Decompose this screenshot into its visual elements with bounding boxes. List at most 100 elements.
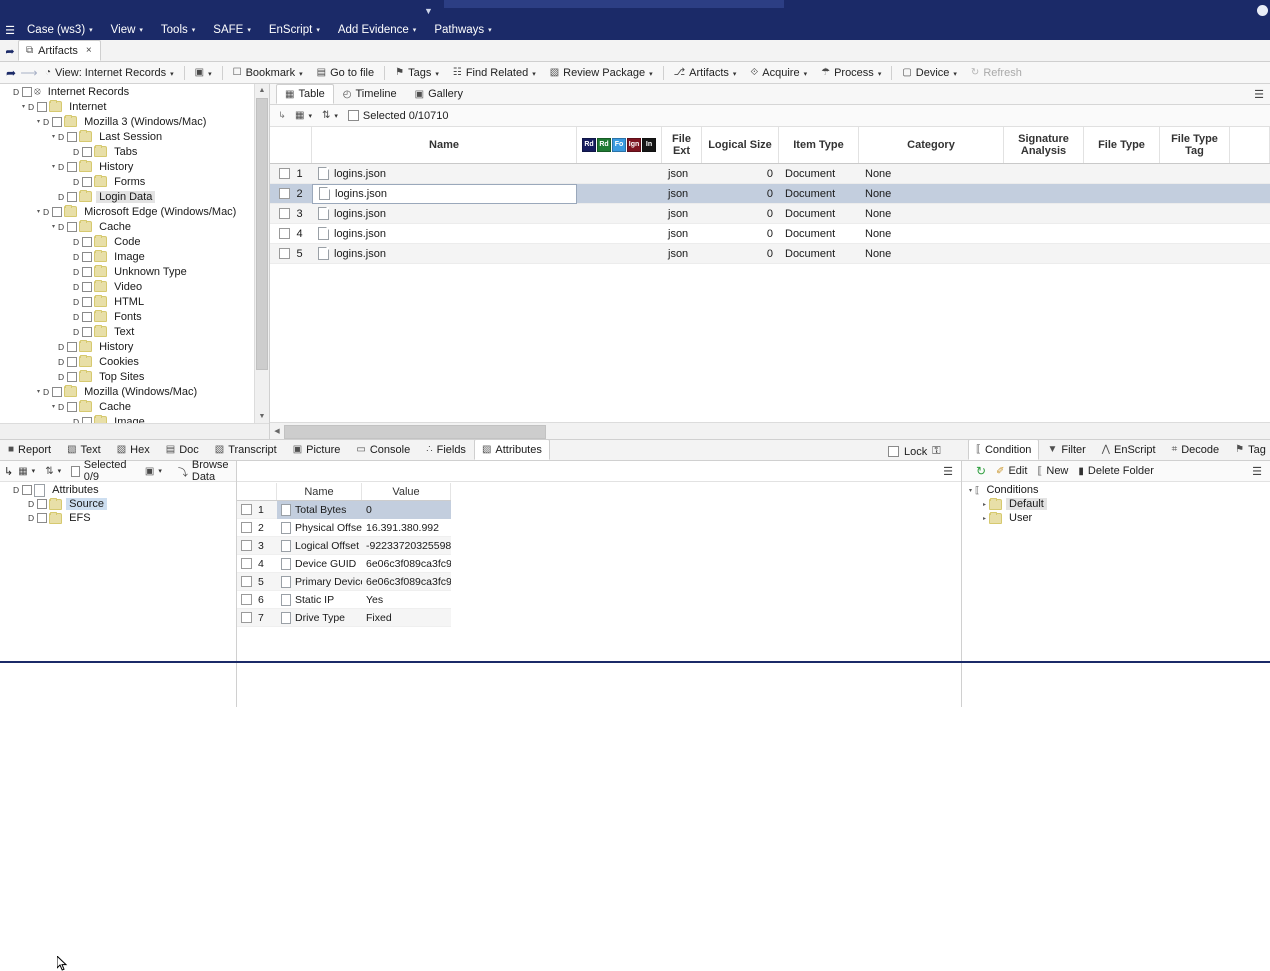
menu-item-case[interactable]: Case (ws3) ▾ bbox=[18, 20, 102, 40]
attr-value-cell[interactable]: 16.391.380.992 bbox=[362, 519, 451, 537]
expand-arrow-icon[interactable]: ▾ bbox=[64, 283, 73, 290]
tree-node[interactable]: ▾D Tabs bbox=[0, 144, 255, 159]
checkbox[interactable] bbox=[52, 116, 63, 127]
tree-node[interactable]: ▾D ⦻ Internet Records bbox=[0, 84, 255, 99]
checkbox[interactable] bbox=[82, 146, 93, 157]
row-number-cell[interactable]: 1 bbox=[270, 164, 312, 184]
attr-table-row[interactable]: 6 Static IP Yes bbox=[237, 591, 451, 609]
file-ext-cell[interactable]: json bbox=[662, 244, 702, 264]
checkbox[interactable] bbox=[67, 131, 78, 142]
tree-node[interactable]: ▾ D Cache bbox=[0, 399, 255, 414]
toolbar-acquire[interactable]: ⟐ Acquire ▾ bbox=[743, 62, 814, 83]
attr-name-cell[interactable]: Physical Offset bbox=[277, 519, 362, 537]
logical-size-cell[interactable]: 0 bbox=[702, 164, 779, 184]
category-cell[interactable]: None bbox=[859, 244, 1004, 264]
tree-horizontal-scrollbar[interactable] bbox=[0, 423, 269, 439]
file-type-tag-cell[interactable] bbox=[1160, 184, 1230, 204]
attr-name-cell[interactable]: Drive Type bbox=[277, 609, 362, 627]
category-cell[interactable]: None bbox=[859, 184, 1004, 204]
checkbox[interactable] bbox=[241, 522, 252, 533]
checkbox[interactable] bbox=[67, 356, 78, 367]
expand-arrow-icon[interactable]: ▸ bbox=[980, 501, 989, 508]
signature-analysis-cell[interactable] bbox=[1004, 204, 1084, 224]
attr-table-row[interactable]: 5 Primary Device ... 6e06c3f089ca3fc9a5... bbox=[237, 573, 451, 591]
forward-arrow-icon[interactable]: ⟶ bbox=[20, 66, 38, 80]
grid-header-rownum[interactable] bbox=[270, 127, 312, 163]
toolbar-process[interactable]: ☂ Process ▾ bbox=[814, 62, 888, 83]
tree-node[interactable]: ▾D Text bbox=[0, 324, 255, 339]
edit-condition-button[interactable]: ✐ Edit bbox=[991, 465, 1032, 477]
tree-node[interactable]: ▾D Image bbox=[0, 249, 255, 264]
checkbox[interactable] bbox=[82, 281, 93, 292]
expand-arrow-icon[interactable]: ▾ bbox=[64, 178, 73, 185]
hamburger-icon[interactable]: ☰ bbox=[943, 465, 953, 478]
attr-row-number-cell[interactable]: 7 bbox=[237, 609, 277, 627]
file-type-cell[interactable] bbox=[1084, 204, 1160, 224]
checkbox[interactable] bbox=[279, 208, 291, 219]
category-cell[interactable]: None bbox=[859, 224, 1004, 244]
view-tab-table[interactable]: ▦ Table bbox=[276, 84, 334, 104]
file-ext-cell[interactable]: json bbox=[662, 224, 702, 244]
view-tab-gallery[interactable]: ▣ Gallery bbox=[406, 84, 472, 104]
scroll-down-icon[interactable]: ▼ bbox=[255, 410, 269, 423]
toolbar-find-related[interactable]: ☷ Find Related ▾ bbox=[446, 62, 543, 83]
grid-header-item-type[interactable]: Item Type bbox=[779, 127, 859, 163]
tree-node[interactable]: ▾D History bbox=[0, 159, 255, 174]
checkbox[interactable] bbox=[241, 612, 252, 623]
grid-sort-button[interactable]: ⇅ ▾ bbox=[317, 110, 343, 121]
tree-vertical-scrollbar[interactable]: ▲ ▼ bbox=[254, 84, 269, 423]
checkbox[interactable] bbox=[37, 513, 48, 523]
checkbox[interactable] bbox=[82, 251, 93, 262]
attr-sort-button[interactable]: ⇅ ▾ bbox=[40, 466, 66, 477]
attr-value-cell[interactable]: 6e06c3f089ca3fc9a5... bbox=[362, 573, 451, 591]
tree-node[interactable]: ▾ ⟦ Conditions bbox=[962, 483, 1270, 497]
flags-cell[interactable] bbox=[577, 204, 662, 224]
attr-name-cell[interactable]: Static IP bbox=[277, 591, 362, 609]
checkbox[interactable] bbox=[67, 371, 78, 382]
checkbox[interactable] bbox=[52, 386, 63, 397]
hamburger-icon[interactable]: ☰ bbox=[1254, 88, 1264, 101]
browse-data-button[interactable]: ⤵ Browse Data bbox=[173, 459, 234, 483]
tree-node[interactable]: ▾D Top Sites bbox=[0, 369, 255, 384]
toolbar-bookmark[interactable]: ☐ Bookmark ▾ bbox=[226, 62, 310, 83]
pin-icon[interactable]: ▼ bbox=[424, 6, 433, 16]
checkbox[interactable] bbox=[82, 296, 93, 307]
tree-node[interactable]: ▾D HTML bbox=[0, 294, 255, 309]
attr-table-row[interactable]: 1 Total Bytes 0 bbox=[237, 500, 451, 519]
logical-size-cell[interactable]: 0 bbox=[702, 184, 779, 204]
checkbox[interactable] bbox=[82, 311, 93, 322]
table-row[interactable]: 3 logins.json json 0 Document None bbox=[270, 204, 1270, 224]
checkbox[interactable] bbox=[279, 228, 291, 239]
table-row[interactable]: 4 logins.json json 0 Document None bbox=[270, 224, 1270, 244]
attr-header-rownum[interactable] bbox=[237, 483, 277, 500]
expand-arrow-icon[interactable]: ▾ bbox=[34, 118, 43, 125]
checkbox[interactable] bbox=[279, 248, 291, 259]
tree-node[interactable]: ▾ D Microsoft Edge (Windows/Mac) bbox=[0, 204, 255, 219]
expand-arrow-icon[interactable]: ▾ bbox=[34, 208, 43, 215]
expand-arrow-icon[interactable]: ▾ bbox=[64, 328, 73, 335]
attr-header-value[interactable]: Value bbox=[362, 483, 451, 500]
lock-control[interactable]: Lock ⚿ bbox=[888, 445, 941, 458]
checkbox[interactable] bbox=[241, 558, 252, 569]
tree-node[interactable]: ▾D Video bbox=[0, 279, 255, 294]
expand-arrow-icon[interactable]: ▸ bbox=[980, 515, 989, 522]
expand-arrow-icon[interactable]: ▾ bbox=[34, 388, 43, 395]
expand-arrow-icon[interactable]: ▾ bbox=[64, 238, 73, 245]
right-tab-tag[interactable]: ⚑ Tag bbox=[1227, 439, 1270, 460]
expand-arrow-icon[interactable]: ▾ bbox=[64, 268, 73, 275]
tree-node[interactable]: ▾D Forms bbox=[0, 174, 255, 189]
attr-row-number-cell[interactable]: 6 bbox=[237, 591, 277, 609]
flags-cell[interactable] bbox=[577, 164, 662, 184]
attr-row-number-cell[interactable]: 4 bbox=[237, 555, 277, 573]
extra-cell[interactable] bbox=[1230, 224, 1270, 244]
tree-node[interactable]: ▾ D Mozilla (Windows/Mac) bbox=[0, 384, 255, 399]
checkbox[interactable] bbox=[241, 504, 252, 515]
checkbox[interactable] bbox=[241, 576, 252, 587]
checkbox[interactable] bbox=[82, 266, 93, 277]
toolbar-refresh[interactable]: ↻ Refresh bbox=[964, 62, 1029, 83]
hamburger-icon[interactable]: ☰ bbox=[2, 24, 18, 37]
checkbox[interactable] bbox=[67, 221, 78, 232]
grid-header-file-type[interactable]: File Type bbox=[1084, 127, 1160, 163]
view-tab-timeline[interactable]: ◴ Timeline bbox=[334, 84, 406, 104]
toolbar-device[interactable]: ▢ Device ▾ bbox=[895, 62, 964, 83]
